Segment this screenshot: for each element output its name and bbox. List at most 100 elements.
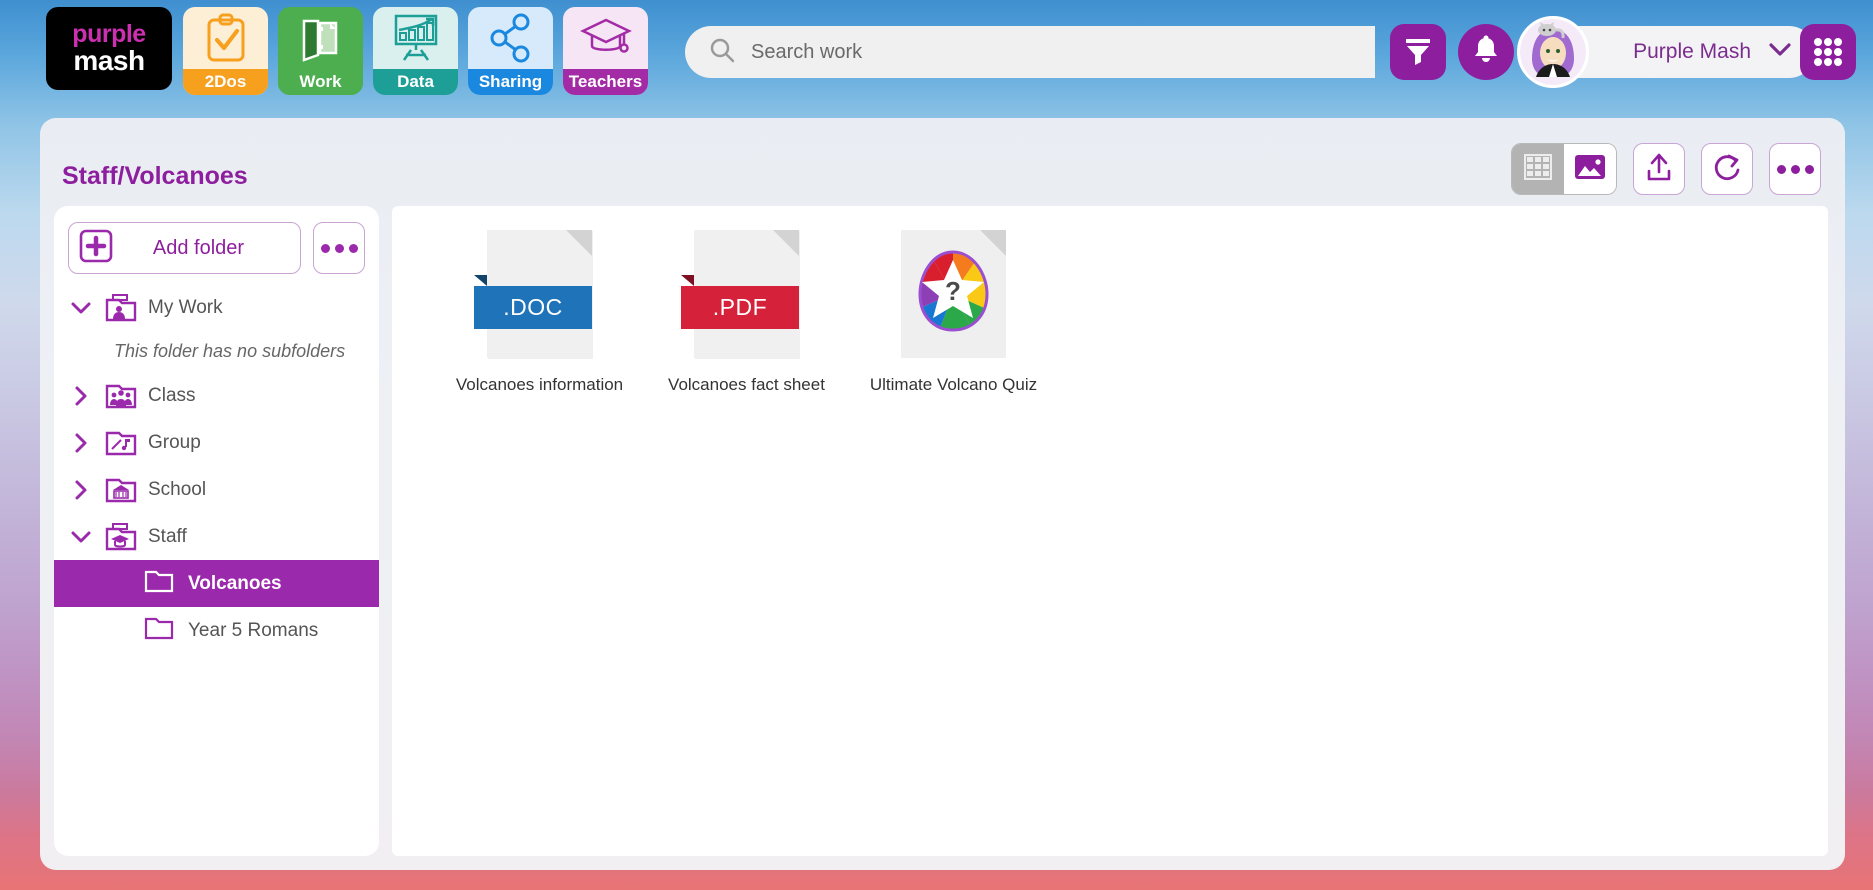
apps-grid-icon (1834, 58, 1842, 66)
breadcrumb: Staff/Volcanoes (62, 162, 248, 190)
chevron-down-icon (1767, 41, 1793, 64)
file-name: Volcanoes information (455, 375, 624, 394)
folder-icon (144, 615, 174, 646)
svg-text:?: ? (945, 276, 961, 306)
staff-folder-icon (104, 522, 138, 552)
pdf-file-icon: .PDF (681, 230, 799, 358)
logo-line-1: purple (72, 20, 146, 48)
sidebar-subitem-year-5-romans[interactable]: Year 5 Romans (54, 607, 379, 654)
sidebar-item-label: School (148, 478, 207, 500)
file-item[interactable]: .PDF Volcanoes fact sheet (643, 230, 850, 396)
sidebar-more-button[interactable] (313, 222, 365, 274)
file-item[interactable]: ? Ultimate Volcano Quiz (850, 230, 1057, 396)
sidebar-subitem-label: Volcanoes (188, 572, 282, 594)
nav-tab-data-label: Data (373, 69, 458, 95)
chart-easel-icon (373, 7, 458, 69)
file-item[interactable]: .DOC Volcanoes information (436, 230, 643, 396)
file-grid: .DOC Volcanoes information .PDF Volcanoe… (392, 206, 1828, 856)
folder-icon (144, 568, 174, 599)
more-options-button[interactable] (1769, 143, 1821, 195)
file-name: Ultimate Volcano Quiz (869, 375, 1038, 394)
add-folder-button[interactable]: Add folder (68, 222, 301, 274)
chevron-right-icon[interactable] (68, 385, 94, 407)
upload-button[interactable] (1633, 143, 1685, 195)
sidebar-subitem-label: Year 5 Romans (188, 619, 319, 641)
view-thumbnail-button[interactable] (1564, 144, 1616, 194)
chevron-down-icon[interactable] (68, 530, 94, 544)
nav-tab-data[interactable]: Data (373, 7, 458, 95)
ellipsis-icon (334, 243, 344, 253)
sidebar-item-label: Staff (148, 525, 187, 547)
apps-launcher-button[interactable] (1800, 24, 1856, 80)
sidebar-item-school[interactable]: School (54, 466, 379, 513)
apps-grid-icon (1814, 38, 1822, 46)
filter-button[interactable] (1390, 24, 1446, 80)
apps-grid-icon (1834, 38, 1842, 46)
ellipsis-icon (320, 243, 330, 253)
image-icon (1574, 153, 1606, 186)
search-input[interactable] (751, 40, 1311, 64)
graduation-cap-icon (563, 7, 648, 69)
open-folder-document-icon (278, 7, 363, 69)
logo-line-2: mash (73, 45, 145, 76)
sidebar-item-label: My Work (148, 296, 223, 318)
ellipsis-icon (1776, 164, 1814, 174)
sidebar-item-staff[interactable]: Staff (54, 513, 379, 560)
refresh-button[interactable] (1701, 143, 1753, 195)
user-menu[interactable]: Purple Mash (1570, 26, 1815, 78)
refresh-icon (1712, 152, 1742, 187)
avatar[interactable] (1517, 16, 1589, 88)
view-list-button[interactable] (1512, 144, 1564, 194)
nav-tab-work-label: Work (278, 69, 363, 95)
apps-grid-icon (1824, 48, 1832, 56)
apps-grid-icon (1824, 38, 1832, 46)
share-nodes-icon (468, 7, 553, 69)
sidebar-item-class[interactable]: Class (54, 372, 379, 419)
quiz-star-icon: ? (901, 230, 1006, 358)
sidebar-subitem-volcanoes[interactable]: Volcanoes (54, 560, 379, 607)
chevron-right-icon[interactable] (68, 432, 94, 454)
purple-mash-logo[interactable]: purple mash (46, 7, 172, 90)
content-toolbar (1511, 143, 1821, 195)
sidebar-item-my-work[interactable]: My Work (54, 284, 379, 331)
notifications-button[interactable] (1458, 24, 1514, 80)
clipboard-check-icon (183, 7, 268, 69)
sidebar-actions: Add folder (54, 206, 379, 284)
doc-file-icon: .DOC (474, 230, 592, 358)
folder-sidebar: Add folder My Work This folder has no su… (54, 206, 379, 856)
file-badge: .PDF (681, 275, 799, 329)
user-name: Purple Mash (1633, 40, 1751, 63)
group-folder-icon (104, 429, 138, 457)
top-header-bar: purple mash 2Dos Work Data Sharing Teach… (0, 0, 1873, 105)
apps-grid-icon (1814, 58, 1822, 66)
file-name: Volcanoes fact sheet (668, 375, 825, 394)
nav-tab-sharing[interactable]: Sharing (468, 7, 553, 95)
chevron-down-icon[interactable] (68, 301, 94, 315)
sidebar-item-group[interactable]: Group (54, 419, 379, 466)
apps-grid-icon (1834, 48, 1842, 56)
content-card: Staff/Volcanoes Add folder My Work This … (40, 118, 1845, 870)
plus-square-icon (79, 229, 113, 268)
nav-tab-2dos-label: 2Dos (183, 69, 268, 95)
class-folder-icon (104, 382, 138, 410)
my-work-folder-icon (104, 293, 138, 323)
nav-tab-teachers[interactable]: Teachers (563, 7, 648, 95)
view-mode-toggle[interactable] (1511, 143, 1617, 195)
apps-grid-icon (1814, 48, 1822, 56)
file-badge-label: .PDF (712, 294, 768, 320)
nav-tab-2dos[interactable]: 2Dos (183, 7, 268, 95)
chevron-right-icon[interactable] (68, 479, 94, 501)
sidebar-item-label: Class (148, 384, 196, 406)
grid-list-icon (1524, 153, 1552, 185)
nav-tab-teachers-label: Teachers (563, 69, 648, 95)
search-icon (709, 37, 735, 68)
apps-grid-icon (1824, 58, 1832, 66)
file-badge: .DOC (474, 275, 592, 329)
filter-funnel-icon (1403, 35, 1433, 70)
nav-tab-work[interactable]: Work (278, 7, 363, 95)
nav-tab-sharing-label: Sharing (468, 69, 553, 95)
upload-icon (1645, 152, 1673, 187)
file-badge-label: .DOC (503, 294, 563, 320)
bell-icon (1472, 35, 1500, 70)
search-bar[interactable] (685, 26, 1375, 78)
